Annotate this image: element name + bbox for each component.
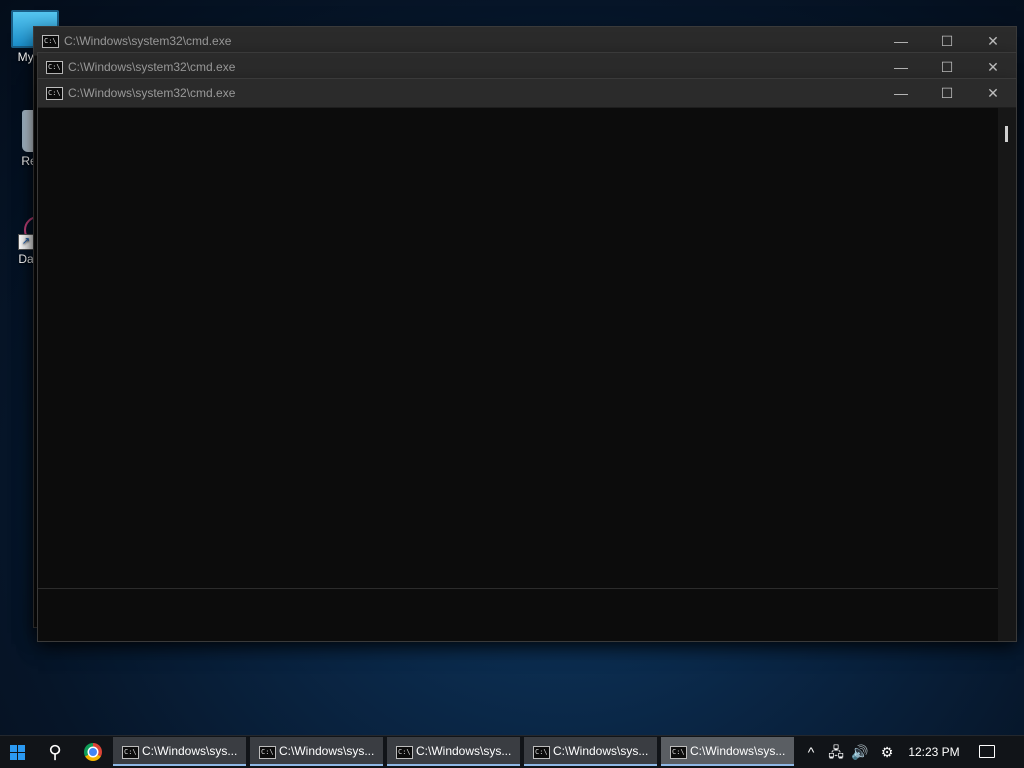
cmd-window-active[interactable]: C:\ C:\Windows\system32\cmd.exe — ☐ ✕ [38,79,1016,641]
start-button[interactable] [0,736,36,768]
taskbar-item-label: C:\Windows\sys... [142,744,238,758]
notification-icon [979,745,995,758]
network-icon[interactable]: 🖧 [824,736,848,768]
cmd-icon: C:\ [42,35,59,48]
close-button[interactable]: ✕ [970,79,1016,107]
window-title: C:\Windows\system32\cmd.exe [64,34,232,48]
chrome-taskbar-button[interactable] [76,736,110,768]
settings-sliders-icon[interactable]: ⚙ [875,736,899,768]
console-area[interactable] [38,108,998,641]
taskbar-item-cmd[interactable]: C:\ C:\Windows\sys... [250,737,383,766]
close-button[interactable]: ✕ [970,53,1016,81]
taskbar-item-label: C:\Windows\sys... [416,744,512,758]
cmd-icon: C:\ [533,746,550,759]
window-titlebar[interactable]: C:\ C:\Windows\system32\cmd.exe — ☐ ✕ [34,27,1016,56]
minimize-button[interactable]: — [878,53,924,81]
minimize-button[interactable]: — [878,79,924,107]
window-title: C:\Windows\system32\cmd.exe [68,60,236,74]
taskbar-item-label: C:\Windows\sys... [553,744,649,758]
taskbar-item-cmd-active[interactable]: C:\ C:\Windows\sys... [661,737,794,766]
maximize-button[interactable]: ☐ [924,53,970,81]
chrome-icon [84,743,102,761]
vertical-scrollbar[interactable] [998,108,1016,641]
cmd-icon: C:\ [122,746,139,759]
taskbar-item-cmd[interactable]: C:\ C:\Windows\sys... [113,737,246,766]
shortcut-arrow-icon: ↗ [18,234,34,250]
taskbar: ⚲ C:\ C:\Windows\sys... C:\ C:\Windows\s… [0,735,1024,768]
close-button[interactable]: ✕ [970,27,1016,55]
taskbar-clock[interactable]: 12:23 PM [905,745,963,759]
console-divider [38,588,998,589]
maximize-button[interactable]: ☐ [924,79,970,107]
window-titlebar[interactable]: C:\ C:\Windows\system32\cmd.exe — ☐ ✕ [38,79,1016,108]
scrollbar-thumb[interactable] [1005,126,1008,142]
maximize-button[interactable]: ☐ [924,27,970,55]
window-title: C:\Windows\system32\cmd.exe [68,86,236,100]
taskbar-item-cmd[interactable]: C:\ C:\Windows\sys... [524,737,657,766]
cmd-icon: C:\ [259,746,276,759]
cmd-icon: C:\ [46,61,63,74]
cmd-icon: C:\ [396,746,413,759]
show-hidden-icons-chevron-icon[interactable]: ^ [799,736,823,768]
taskbar-item-cmd[interactable]: C:\ C:\Windows\sys... [387,737,520,766]
action-center-button[interactable] [972,736,1002,768]
cmd-icon: C:\ [46,87,63,100]
minimize-button[interactable]: — [878,27,924,55]
taskbar-item-label: C:\Windows\sys... [690,744,786,758]
cmd-icon: C:\ [670,746,687,759]
window-titlebar[interactable]: C:\ C:\Windows\system32\cmd.exe — ☐ ✕ [38,53,1016,82]
windows-logo-icon [10,745,26,761]
search-icon[interactable]: ⚲ [38,736,72,768]
taskbar-item-label: C:\Windows\sys... [279,744,375,758]
volume-icon[interactable]: 🔊 [848,736,872,768]
